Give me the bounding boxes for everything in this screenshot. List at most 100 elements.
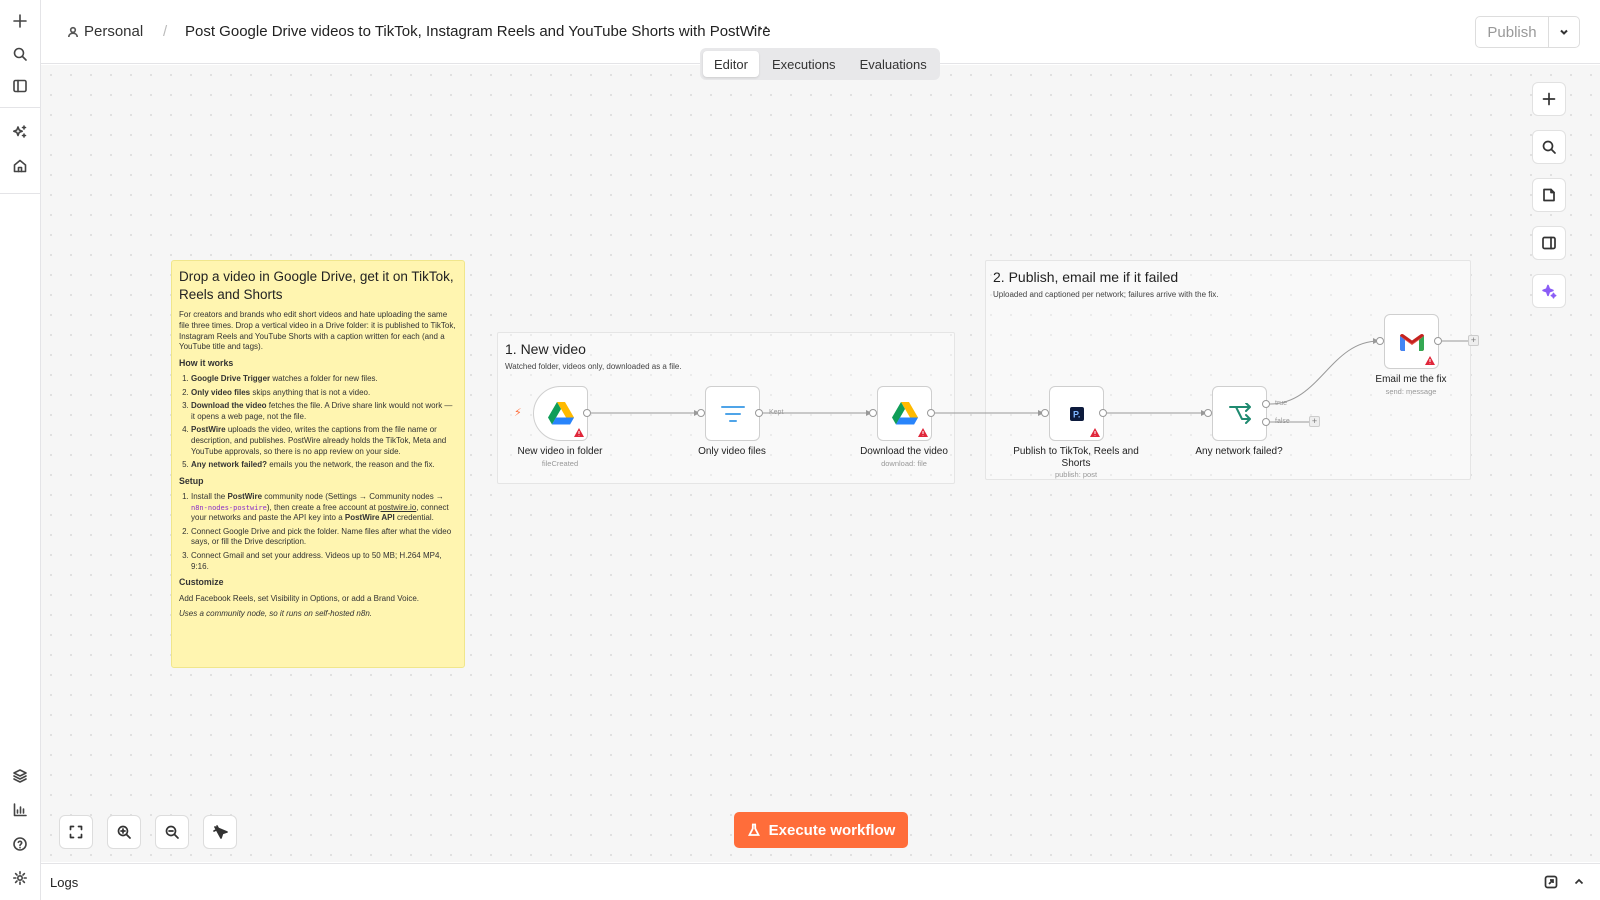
list-item: Install the PostWire community node (Set… — [191, 492, 457, 524]
sidebar-icon[interactable] — [8, 74, 32, 98]
node-label: New video in folder — [517, 446, 603, 457]
group-description: Watched folder, videos only, downloaded … — [505, 362, 682, 371]
sticky-how-heading: How it works — [179, 357, 234, 368]
list-item: Connect Google Drive and pick the folder… — [191, 527, 457, 548]
sticky-customize-text: Add Facebook Reels, set Visibility in Op… — [179, 593, 419, 603]
project-name: Personal — [84, 23, 144, 40]
chevron-up-icon[interactable] — [1572, 875, 1586, 889]
rail-divider — [0, 193, 40, 194]
output-port[interactable] — [1434, 337, 1442, 345]
home-icon[interactable] — [8, 154, 32, 178]
rail-divider — [0, 107, 40, 108]
tab-editor[interactable]: Editor — [703, 51, 759, 77]
tab-executions[interactable]: Executions — [761, 51, 847, 77]
breadcrumb-separator: / — [163, 23, 168, 40]
search-icon[interactable] — [8, 42, 32, 66]
list-item: Download the video fetches the file. A D… — [191, 401, 457, 422]
add-node-button[interactable] — [1532, 82, 1566, 116]
search-nodes-button[interactable] — [1532, 130, 1566, 164]
google-drive-icon — [547, 402, 574, 425]
sparkle-icon[interactable] — [8, 120, 32, 144]
node-download-the-video[interactable] — [877, 386, 932, 441]
node-only-video-files[interactable] — [705, 386, 760, 441]
warning-icon — [918, 428, 928, 437]
list-item: Any network failed? emails you the netwo… — [191, 460, 457, 471]
publish-button[interactable]: Publish — [1476, 17, 1549, 47]
chevron-down-icon[interactable] — [1549, 17, 1579, 47]
tab-evaluations[interactable]: Evaluations — [849, 51, 938, 77]
zoom-in-button[interactable] — [107, 815, 141, 849]
input-port[interactable] — [1204, 409, 1212, 417]
if-icon — [1228, 402, 1251, 424]
edge-label-false: false — [1275, 418, 1290, 425]
user-icon — [68, 26, 78, 37]
ai-assistant-button[interactable] — [1532, 274, 1566, 308]
node-subtitle: publish: post — [1054, 470, 1098, 479]
fit-view-icon — [69, 825, 83, 839]
logs-panel[interactable]: Logs — [41, 863, 1600, 900]
output-port[interactable] — [583, 409, 591, 417]
node-label: Any network failed? — [1195, 446, 1283, 457]
node-label: Download the video — [860, 446, 948, 457]
help-icon[interactable] — [8, 832, 32, 856]
tidy-up-button[interactable] — [203, 815, 237, 849]
node-publish-to-tiktok-reels-shorts[interactable]: P. — [1049, 386, 1104, 441]
input-port[interactable] — [697, 409, 705, 417]
input-port[interactable] — [869, 409, 877, 417]
node-new-video-in-folder[interactable] — [533, 386, 588, 441]
breadcrumb-project[interactable]: Personal — [67, 23, 143, 40]
google-drive-icon — [891, 402, 918, 425]
fit-view-button[interactable] — [59, 815, 93, 849]
node-label: Only video files — [698, 446, 766, 457]
flask-icon — [747, 823, 760, 836]
sparkle-icon — [1542, 284, 1557, 299]
postwire-link[interactable]: postwire.io — [378, 503, 416, 512]
node-any-network-failed[interactable] — [1212, 386, 1267, 441]
zoom-out-icon — [165, 825, 179, 839]
warning-icon — [1425, 356, 1435, 365]
group-title: 1. New video — [505, 341, 586, 357]
gear-icon[interactable] — [8, 866, 32, 890]
logs-label: Logs — [50, 875, 79, 890]
node-label: Email me the fix — [1375, 374, 1447, 385]
how-it-works-list: Google Drive Trigger watches a folder fo… — [179, 374, 457, 470]
execute-label: Execute workflow — [768, 821, 896, 839]
plus-icon[interactable] — [8, 9, 32, 33]
pop-out-icon[interactable] — [1544, 875, 1558, 889]
add-sticky-button[interactable] — [1532, 178, 1566, 212]
workflow-title[interactable]: Post Google Drive videos to TikTok, Inst… — [185, 23, 771, 40]
toggle-panel-button[interactable] — [1532, 226, 1566, 260]
chart-icon[interactable] — [8, 798, 32, 822]
list-item: PostWire uploads the video, writes the c… — [191, 425, 457, 457]
more-options-button[interactable]: ··· — [751, 20, 770, 38]
panel-icon — [1542, 236, 1556, 250]
output-port[interactable] — [755, 409, 763, 417]
node-label: Publish to TikTok, Reels and Shorts — [1013, 446, 1139, 469]
execute-workflow-button[interactable]: Execute workflow — [734, 812, 908, 848]
list-item: Google Drive Trigger watches a folder fo… — [191, 374, 457, 385]
setup-list: Install the PostWire community node (Set… — [179, 492, 457, 572]
output-port-true[interactable] — [1262, 400, 1270, 408]
svg-text:P.: P. — [1073, 409, 1080, 419]
node-subtitle: fileCreated — [541, 459, 579, 468]
sticky-intro: For creators and brands who edit short v… — [179, 310, 456, 352]
sticky-title: Drop a video in Google Drive, get it on … — [179, 269, 454, 303]
output-port[interactable] — [927, 409, 935, 417]
input-port[interactable] — [1041, 409, 1049, 417]
gmail-icon — [1399, 333, 1424, 351]
sticky-note[interactable]: Drop a video in Google Drive, get it on … — [171, 260, 465, 668]
sticky-setup-heading: Setup — [179, 475, 204, 486]
left-rail — [0, 0, 41, 900]
list-item: Connect Gmail and set your address. Vide… — [191, 551, 457, 572]
layers-icon[interactable] — [8, 764, 32, 788]
postwire-icon: P. — [1069, 406, 1084, 421]
zoom-out-button[interactable] — [155, 815, 189, 849]
output-port[interactable] — [1099, 409, 1107, 417]
input-port[interactable] — [1376, 337, 1384, 345]
node-email-me-the-fix[interactable] — [1384, 314, 1439, 369]
add-node-after-email-button[interactable]: + — [1468, 335, 1479, 346]
add-node-false-button[interactable]: + — [1309, 416, 1320, 427]
output-port-false[interactable] — [1262, 418, 1270, 426]
publish-group: Publish — [1475, 16, 1580, 48]
warning-icon — [574, 428, 584, 437]
